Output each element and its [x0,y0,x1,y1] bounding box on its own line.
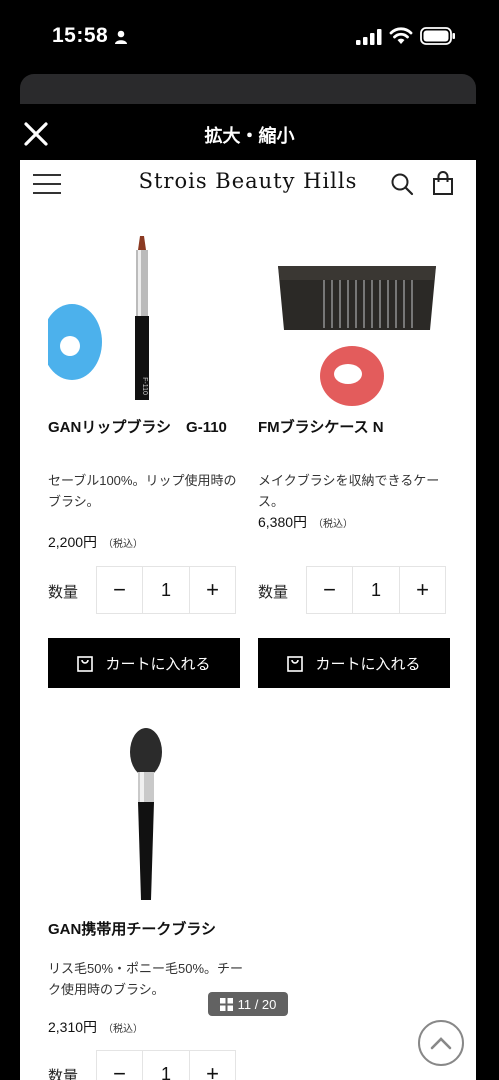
grid-icon [219,997,233,1011]
product-card: GAN携帯用チークブラシ リス毛50%・ポニー毛50%。チーク使用時のブラシ。 … [48,670,248,1080]
price-value: 6,380円 [258,514,308,530]
quantity-row: 数量 − 1 + [48,566,248,614]
status-time: 15:58 [52,24,109,47]
quantity-label: 数量 [48,1068,79,1080]
status-bar: 15:58 [0,0,499,70]
page-counter[interactable]: 11 / 20 [208,992,288,1016]
price-value: 2,310円 [48,1019,98,1035]
lip-brush-icon[interactable]: F-110 [48,236,248,476]
quantity-increase-button[interactable]: + [189,1051,235,1080]
battery-icon [420,27,455,45]
product-card: F-110 GANリップブラシ G-110 セーブル100%。リップ使用時のブラ… [48,160,248,700]
product-price: 6,380円 （税込） [258,512,353,532]
chevron-up-icon [430,1037,452,1050]
web-view: Strois Beauty Hills F-110 GANリップブラシ G-11… [20,160,476,1080]
product-price: 2,310円 （税込） [48,1017,143,1037]
modal-title: 拡大・縮小 [204,126,295,146]
cellular-signal-icon [356,29,382,45]
quantity-value[interactable]: 1 [143,567,189,613]
quantity-decrease-button[interactable]: − [97,567,143,613]
quantity-increase-button[interactable]: + [399,567,445,613]
sheet-background-card [20,74,476,104]
quantity-value[interactable]: 1 [143,1051,189,1080]
cart-bag-icon [287,656,304,672]
price-value: 2,200円 [48,534,98,550]
page-counter-label: 11 / 20 [237,996,277,1012]
wifi-icon [389,27,413,44]
tax-note: （税込） [103,539,144,550]
product-description: メイクブラシを収納できるケース。 [258,473,440,509]
modal-header: 拡大・縮小 [0,108,499,160]
quantity-row: 数量 − 1 + [48,1050,248,1080]
quantity-decrease-button[interactable]: − [97,1051,143,1080]
quantity-stepper: − 1 + [96,1050,236,1080]
brush-case-icon[interactable] [258,236,458,476]
svg-text:F-110: F-110 [141,377,148,395]
add-to-cart-button[interactable]: カートに入れる [258,638,450,688]
add-to-cart-label: カートに入れる [315,655,421,673]
quantity-stepper: − 1 + [96,566,236,614]
product-name[interactable]: FMブラシケース N [258,418,454,438]
product-name[interactable]: GAN携帯用チークブラシ [48,920,244,940]
product-price: 2,200円 （税込） [48,532,143,552]
quantity-decrease-button[interactable]: − [307,567,353,613]
product-description: セーブル100%。リップ使用時のブラシ。 [48,473,237,509]
scroll-to-top-button[interactable] [418,1020,464,1066]
quantity-increase-button[interactable]: + [189,567,235,613]
product-card: FMブラシケース N メイクブラシを収納できるケース。 6,380円 （税込） 数… [258,160,458,700]
person-icon [115,30,127,44]
quantity-value[interactable]: 1 [353,567,399,613]
product-name[interactable]: GANリップブラシ G-110 [48,418,244,438]
tax-note: （税込） [103,1024,144,1035]
tax-note: （税込） [313,519,354,530]
quantity-row: 数量 − 1 + [258,566,458,614]
quantity-label: 数量 [258,584,289,601]
close-icon[interactable] [22,120,50,148]
quantity-label: 数量 [48,584,79,601]
quantity-stepper: − 1 + [306,566,446,614]
